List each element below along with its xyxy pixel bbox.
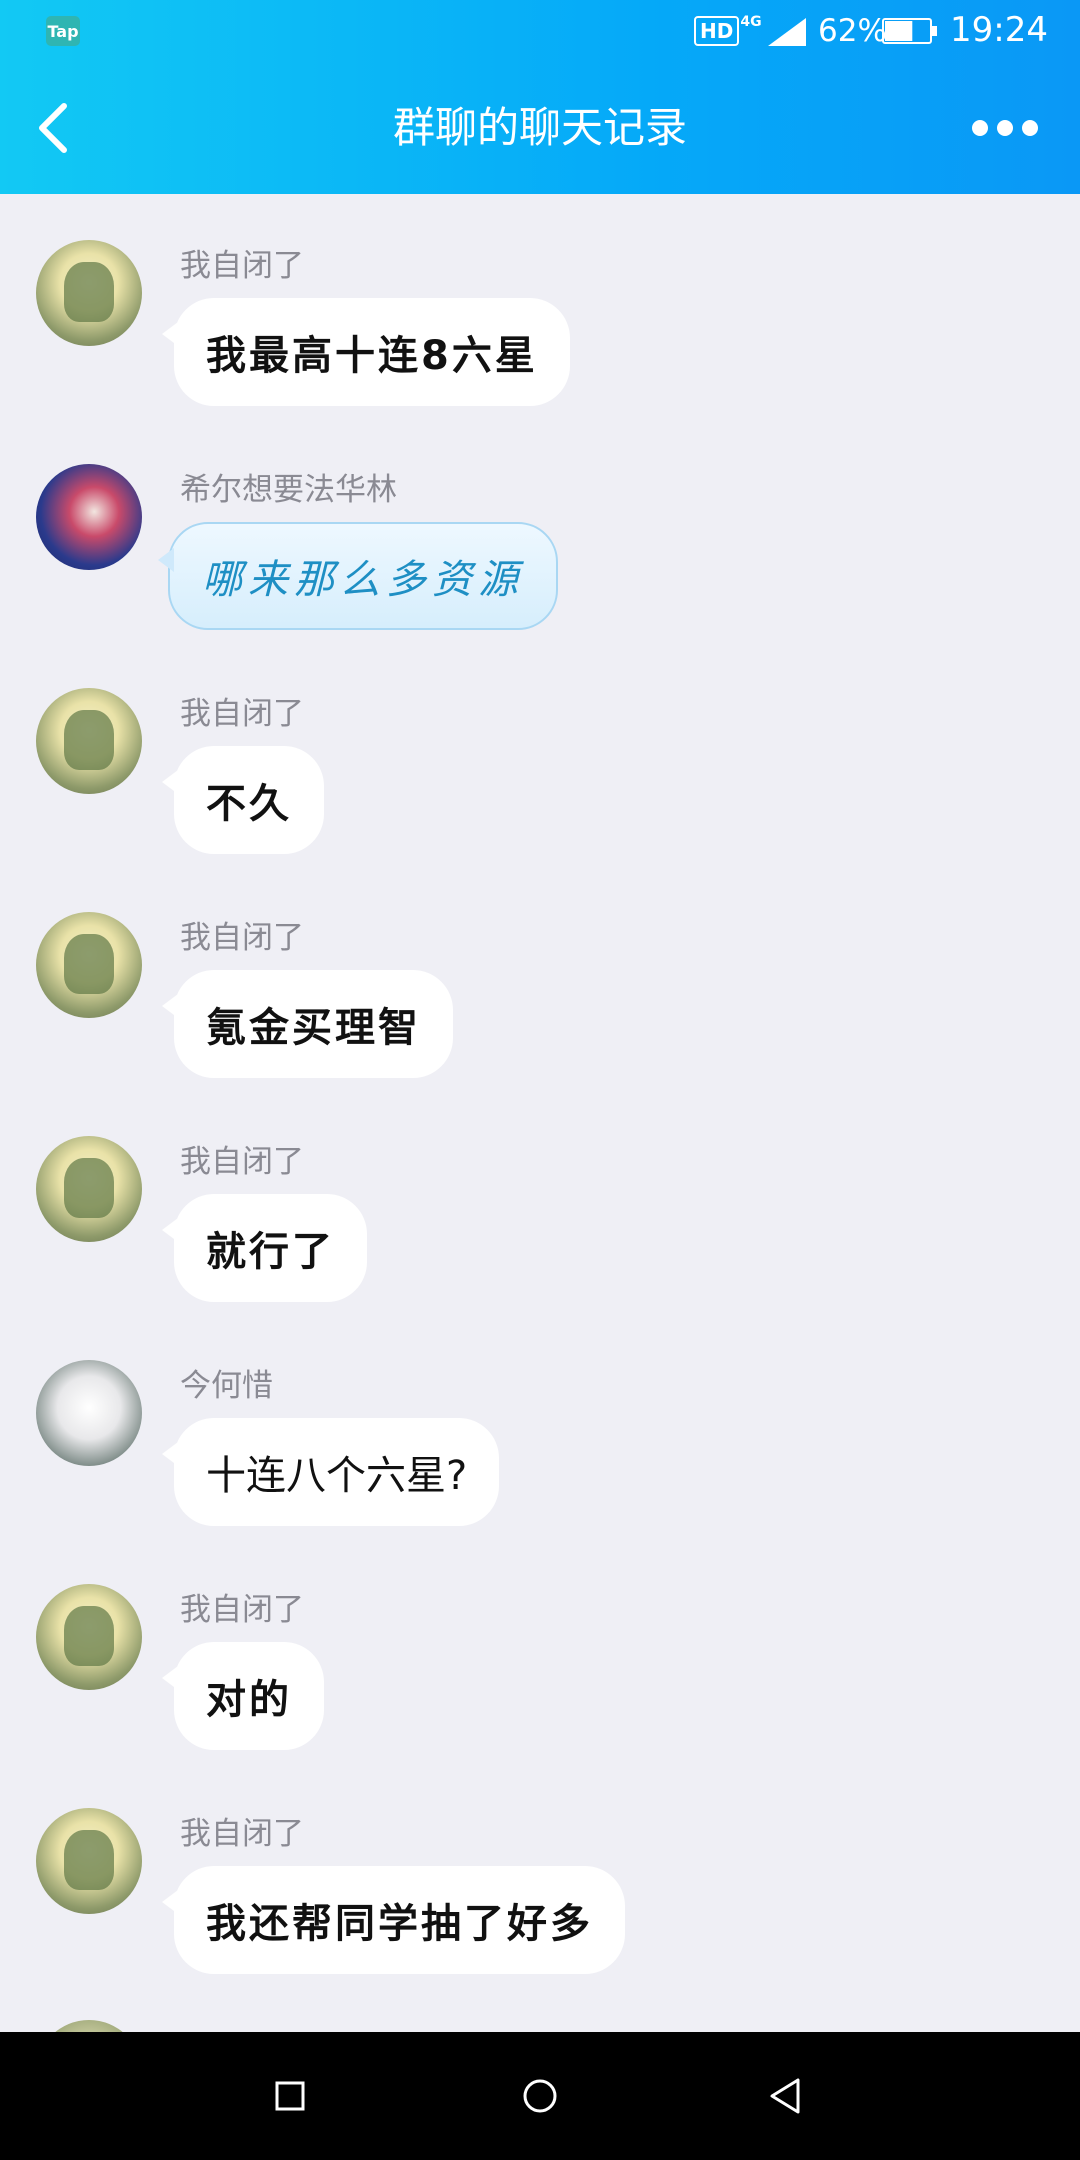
message-bubble[interactable]: 氪金买理智 (162, 970, 453, 1078)
clock: 19:24 (950, 10, 1048, 50)
sender-name: 我自闭了 (180, 248, 304, 284)
sender-name: 希尔想要法华林 (180, 472, 397, 508)
message-bubble[interactable]: 就行了 (162, 1194, 367, 1302)
message-bubble[interactable]: 对的 (162, 1642, 324, 1750)
sender-name: 我自闭了 (180, 1144, 304, 1180)
sender-name: 今何惜 (180, 1368, 273, 1404)
sender-name: 我自闭了 (180, 920, 304, 956)
sender-name: 我自闭了 (180, 1816, 304, 1852)
tap-app-icon: Tap (46, 16, 80, 46)
avatar[interactable] (36, 1584, 142, 1690)
message-bubble[interactable]: 我还帮同学抽了好多 (162, 1866, 625, 1974)
page-title: 群聊的聊天记录 (392, 103, 687, 152)
avatar[interactable] (36, 1808, 142, 1914)
avatar[interactable] (36, 240, 142, 346)
recents-button[interactable] (262, 2068, 318, 2124)
system-nav-bar (0, 2032, 1080, 2160)
home-button[interactable] (512, 2068, 568, 2124)
message-bubble[interactable]: 我最高十连8六星 (162, 298, 570, 406)
dot-icon (997, 120, 1013, 136)
battery-percent: 62% (818, 13, 887, 49)
avatar[interactable] (36, 464, 142, 570)
header-bar: Tap HD 4G 62% 19:24 群聊的聊天记录 (0, 0, 1080, 194)
sender-name: 我自闭了 (180, 696, 304, 732)
more-options-button[interactable] (972, 110, 1038, 146)
avatar[interactable] (36, 1136, 142, 1242)
network-type: 4G (740, 14, 762, 30)
sender-name: 我自闭了 (180, 1592, 304, 1628)
nav-back-button[interactable] (760, 2068, 816, 2124)
battery-icon (882, 18, 937, 44)
hd-icon: HD (694, 16, 740, 46)
avatar[interactable] (36, 1360, 142, 1466)
dot-icon (1022, 120, 1038, 136)
dot-icon (972, 120, 988, 136)
message-bubble[interactable]: 哪来那么多资源 (158, 522, 558, 630)
signal-icon (768, 18, 806, 46)
message-bubble[interactable]: 十连八个六星? (161, 1418, 500, 1526)
message-bubble[interactable]: 不久 (162, 746, 324, 854)
chat-history-screen: { "status_bar": { "app_badge": "Tap", "h… (0, 0, 1080, 2160)
avatar[interactable] (36, 912, 142, 1018)
avatar[interactable] (36, 688, 142, 794)
status-bar: Tap HD 4G 62% 19:24 (0, 0, 1080, 62)
